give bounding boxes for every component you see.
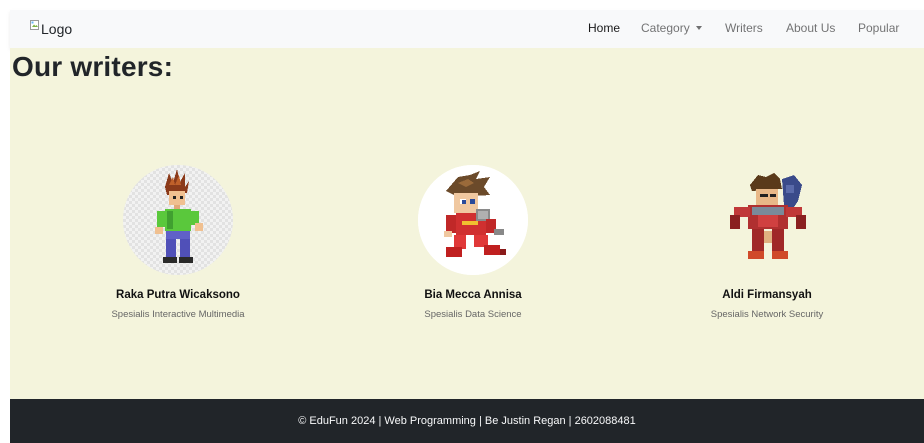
nav-home[interactable]: Home <box>588 21 620 35</box>
broken-image-icon <box>30 18 40 30</box>
pixel-character-red-hero-icon <box>418 165 528 275</box>
writer-name: Bia Mecca Annisa <box>424 289 522 301</box>
navbar: Logo Home Category Writers About Us Popu… <box>10 10 924 48</box>
writer-specialty: Spesialis Data Science <box>424 309 522 320</box>
writer-name: Aldi Firmansyah <box>722 289 812 301</box>
nav-about-us[interactable]: About Us <box>786 21 835 35</box>
footer: © EduFun 2024 | Web Programming | Be Jus… <box>10 399 924 443</box>
writer-name: Raka Putra Wicaksono <box>116 289 240 301</box>
caret-down-icon <box>695 26 702 30</box>
page-title: Our writers: <box>12 51 174 82</box>
nav-category[interactable]: Category <box>641 21 702 35</box>
writer-specialty: Spesialis Interactive Multimedia <box>111 309 245 320</box>
logo[interactable]: Logo <box>30 18 73 37</box>
writers-section: Our writers: Raka Putra Wicaksono Spesia… <box>10 48 924 399</box>
pixel-character-red-armor-icon <box>712 165 822 275</box>
page-left-edge <box>0 0 10 443</box>
nav-category-label: Category <box>641 21 690 35</box>
nav-popular[interactable]: Popular <box>858 21 899 35</box>
pixel-character-green-shirt-icon <box>123 165 233 275</box>
logo-alt-text: Logo <box>41 21 73 37</box>
footer-text: © EduFun 2024 | Web Programming | Be Jus… <box>298 415 636 427</box>
nav-writers[interactable]: Writers <box>725 21 763 35</box>
writer-specialty: Spesialis Network Security <box>710 309 824 320</box>
